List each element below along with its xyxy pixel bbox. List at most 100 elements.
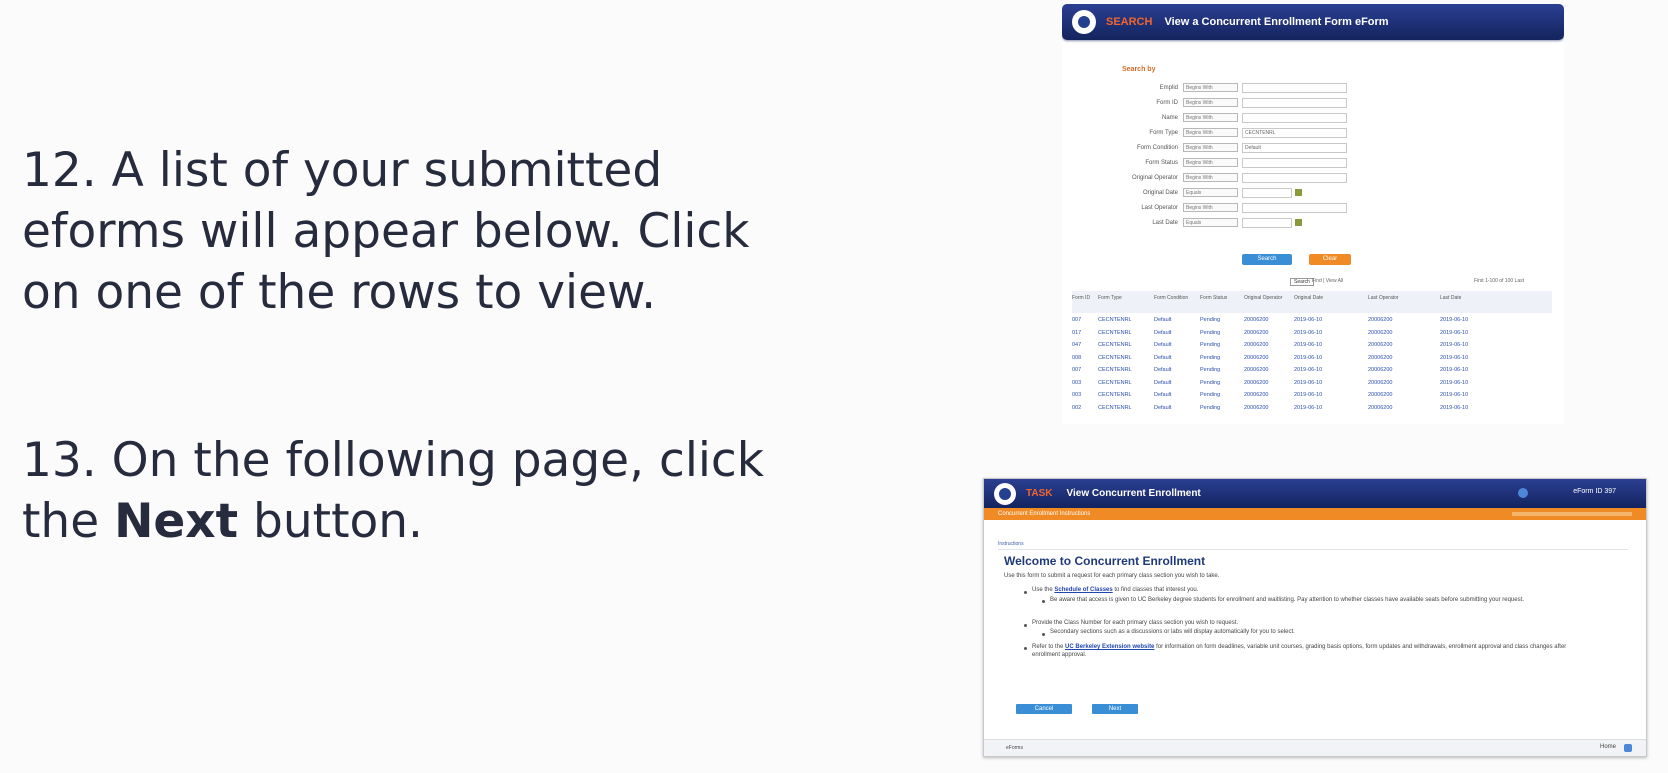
table-row[interactable]: 007 CECNTENRL Default Pending 20006200 2019-0… <box>1072 314 1552 326</box>
table-cell[interactable]: 003 <box>1072 377 1081 389</box>
column-header[interactable]: Last Date <box>1440 295 1486 302</box>
table-cell[interactable]: 20006200 <box>1368 364 1392 376</box>
operator-select[interactable]: Begins With <box>1183 128 1238 137</box>
table-cell[interactable]: Pending <box>1200 339 1220 351</box>
table-cell[interactable]: Pending <box>1200 327 1220 339</box>
search-field-input[interactable]: CECNTENRL <box>1242 128 1347 138</box>
table-cell[interactable]: 2019-06-10 <box>1440 314 1468 326</box>
table-cell[interactable]: 2019-06-10 <box>1440 389 1468 401</box>
table-row[interactable]: 008 CECNTENRL Default Pending 20006200 2019-0… <box>1072 352 1552 364</box>
table-cell[interactable]: 002 <box>1072 402 1081 414</box>
table-cell[interactable]: 20006200 <box>1244 402 1268 414</box>
table-cell[interactable]: Default <box>1154 327 1171 339</box>
table-cell[interactable]: 20006200 <box>1368 314 1392 326</box>
table-row[interactable]: 017 CECNTENRL Default Pending 20006200 2019-0… <box>1072 327 1552 339</box>
table-cell[interactable]: 20006200 <box>1368 377 1392 389</box>
column-header[interactable]: Original Operator <box>1244 295 1290 302</box>
table-cell[interactable]: 2019-06-10 <box>1294 389 1322 401</box>
table-cell[interactable]: CECNTENRL <box>1098 314 1132 326</box>
operator-select[interactable]: Begins With <box>1183 98 1238 107</box>
search-field-input[interactable] <box>1242 113 1347 123</box>
home-icon[interactable] <box>1624 744 1632 752</box>
table-cell[interactable]: 2019-06-10 <box>1294 377 1322 389</box>
table-cell[interactable]: Default <box>1154 352 1171 364</box>
operator-select[interactable]: Begins With <box>1183 173 1238 182</box>
table-cell[interactable]: 2019-06-10 <box>1294 327 1322 339</box>
operator-select[interactable]: Begins With <box>1183 158 1238 167</box>
operator-select[interactable]: Begins With <box>1183 203 1238 212</box>
table-cell[interactable]: 007 <box>1072 314 1081 326</box>
table-cell[interactable]: 20006200 <box>1244 389 1268 401</box>
table-cell[interactable]: 2019-06-10 <box>1294 364 1322 376</box>
table-cell[interactable]: Default <box>1154 314 1171 326</box>
table-cell[interactable]: Pending <box>1200 352 1220 364</box>
search-field-input[interactable] <box>1242 83 1347 93</box>
table-cell[interactable]: 20006200 <box>1244 314 1268 326</box>
table-cell[interactable]: CECNTENRL <box>1098 339 1132 351</box>
table-cell[interactable]: 20006200 <box>1368 352 1392 364</box>
table-cell[interactable]: 2019-06-10 <box>1294 314 1322 326</box>
table-row[interactable]: 003 CECNTENRL Default Pending 20006200 2019-0… <box>1072 377 1552 389</box>
operator-select[interactable]: Equals <box>1183 188 1238 197</box>
table-cell[interactable]: 2019-06-10 <box>1294 402 1322 414</box>
table-cell[interactable]: 007 <box>1072 364 1081 376</box>
table-cell[interactable]: 20006200 <box>1368 339 1392 351</box>
table-cell[interactable]: 20006200 <box>1244 327 1268 339</box>
table-row[interactable]: 007 CECNTENRL Default Pending 20006200 2019-0… <box>1072 364 1552 376</box>
table-cell[interactable]: 20006200 <box>1368 389 1392 401</box>
table-cell[interactable]: 2019-06-10 <box>1440 402 1468 414</box>
operator-select[interactable]: Begins With <box>1183 113 1238 122</box>
table-row[interactable]: 047 CECNTENRL Default Pending 20006200 2019-0… <box>1072 339 1552 351</box>
operator-select[interactable]: Equals <box>1183 218 1238 227</box>
next-button[interactable]: Next <box>1092 704 1138 714</box>
search-field-input[interactable] <box>1242 203 1347 213</box>
table-cell[interactable]: 20006200 <box>1244 377 1268 389</box>
table-cell[interactable]: Pending <box>1200 364 1220 376</box>
table-cell[interactable]: 017 <box>1072 327 1081 339</box>
column-header[interactable]: Form Type <box>1098 295 1144 302</box>
table-cell[interactable]: 008 <box>1072 352 1081 364</box>
table-cell[interactable]: CECNTENRL <box>1098 377 1132 389</box>
search-field-input[interactable] <box>1242 158 1347 168</box>
table-row[interactable]: 003 CECNTENRL Default Pending 20006200 2019-0… <box>1072 389 1552 401</box>
column-header[interactable]: Last Operator <box>1368 295 1414 302</box>
table-cell[interactable]: Default <box>1154 389 1171 401</box>
table-cell[interactable]: Default <box>1154 377 1171 389</box>
table-cell[interactable]: 2019-06-10 <box>1294 339 1322 351</box>
cancel-button[interactable]: Cancel <box>1016 704 1072 714</box>
table-cell[interactable]: 20006200 <box>1368 402 1392 414</box>
calendar-icon[interactable] <box>1295 219 1302 226</box>
home-link[interactable]: Home <box>1600 744 1616 750</box>
globe-icon[interactable] <box>1518 488 1528 498</box>
search-field-input[interactable] <box>1242 218 1292 228</box>
search-button[interactable]: Search <box>1242 254 1292 265</box>
grid-find-links[interactable]: Find | View All <box>1312 278 1343 284</box>
table-cell[interactable]: 20006200 <box>1244 364 1268 376</box>
table-row[interactable]: 002 CECNTENRL Default Pending 20006200 2019-0… <box>1072 402 1552 414</box>
table-cell[interactable]: 2019-06-10 <box>1440 364 1468 376</box>
table-cell[interactable]: 2019-06-10 <box>1440 327 1468 339</box>
table-cell[interactable]: CECNTENRL <box>1098 389 1132 401</box>
table-cell[interactable]: CECNTENRL <box>1098 352 1132 364</box>
table-cell[interactable]: CECNTENRL <box>1098 402 1132 414</box>
table-cell[interactable]: Pending <box>1200 389 1220 401</box>
table-cell[interactable]: 2019-06-10 <box>1440 352 1468 364</box>
table-cell[interactable]: 2019-06-10 <box>1440 339 1468 351</box>
calendar-icon[interactable] <box>1295 189 1302 196</box>
table-cell[interactable]: Pending <box>1200 314 1220 326</box>
breadcrumb[interactable]: Instructions <box>998 541 1024 547</box>
column-header[interactable]: Form Condition <box>1154 295 1200 302</box>
table-cell[interactable]: 003 <box>1072 389 1081 401</box>
table-cell[interactable]: Default <box>1154 339 1171 351</box>
search-field-input[interactable]: Default <box>1242 143 1347 153</box>
clear-button[interactable]: Clear <box>1309 254 1351 265</box>
grid-pager[interactable]: First 1-100 of 100 Last <box>1474 278 1524 284</box>
table-cell[interactable]: CECNTENRL <box>1098 364 1132 376</box>
operator-select[interactable]: Begins With <box>1183 83 1238 92</box>
table-cell[interactable]: Default <box>1154 364 1171 376</box>
search-field-input[interactable] <box>1242 98 1347 108</box>
operator-select[interactable]: Begins With <box>1183 143 1238 152</box>
table-cell[interactable]: CECNTENRL <box>1098 327 1132 339</box>
table-cell[interactable]: 20006200 <box>1244 352 1268 364</box>
table-cell[interactable]: Default <box>1154 402 1171 414</box>
